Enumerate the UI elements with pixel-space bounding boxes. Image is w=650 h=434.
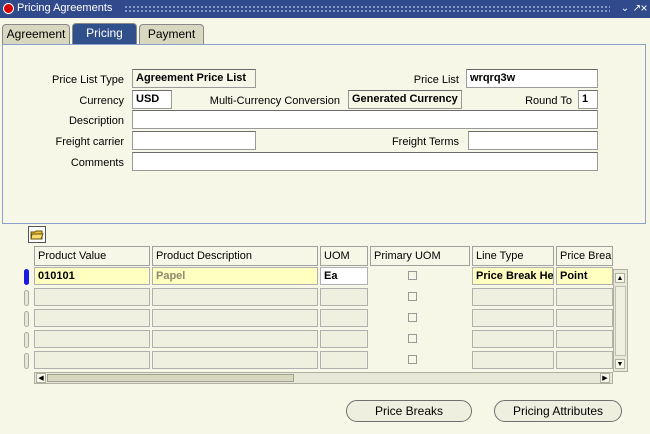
product-value-cell[interactable] bbox=[34, 288, 150, 306]
currency-field[interactable]: USD bbox=[132, 90, 172, 109]
minimize-icon[interactable]: ⌄ bbox=[619, 1, 631, 16]
price-list-label: Price List bbox=[413, 74, 459, 86]
line-type-cell[interactable] bbox=[472, 330, 554, 348]
row-selector[interactable] bbox=[24, 290, 29, 306]
primary-uom-checkbox[interactable] bbox=[408, 334, 417, 343]
uom-cell[interactable] bbox=[320, 309, 368, 327]
product-value-cell[interactable] bbox=[34, 351, 150, 369]
column-header-uom: UOM bbox=[320, 246, 368, 266]
price-breaks-button[interactable]: Price Breaks bbox=[346, 400, 472, 422]
close-icon[interactable]: × bbox=[638, 1, 650, 16]
scroll-up-icon[interactable]: ▲ bbox=[615, 273, 625, 283]
column-header-product-value: Product Value bbox=[34, 246, 150, 266]
price-list-type-label: Price List Type bbox=[52, 74, 124, 86]
pricing-attributes-button[interactable]: Pricing Attributes bbox=[494, 400, 622, 422]
row-selector-current[interactable] bbox=[24, 269, 29, 285]
comments-label: Comments bbox=[70, 157, 124, 169]
primary-uom-checkbox[interactable] bbox=[408, 313, 417, 322]
price-break-cell[interactable]: Point bbox=[556, 267, 613, 285]
description-label: Description bbox=[68, 115, 124, 127]
uom-cell[interactable] bbox=[320, 351, 368, 369]
freight-carrier-field[interactable] bbox=[132, 131, 256, 150]
price-break-cell[interactable] bbox=[556, 288, 613, 306]
title-bar: Pricing Agreements ⌄ ↗ × bbox=[0, 0, 650, 18]
product-description-cell[interactable] bbox=[152, 351, 318, 369]
vertical-scroll-thumb[interactable] bbox=[615, 286, 626, 356]
price-break-cell[interactable] bbox=[556, 351, 613, 369]
product-value-cell[interactable] bbox=[34, 309, 150, 327]
folder-icon[interactable] bbox=[28, 226, 46, 243]
line-type-cell[interactable]: Price Break He bbox=[472, 267, 554, 285]
column-header-primary-uom: Primary UOM bbox=[370, 246, 470, 266]
primary-uom-checkbox[interactable] bbox=[408, 271, 417, 280]
description-field[interactable] bbox=[132, 110, 598, 129]
product-description-cell[interactable] bbox=[152, 330, 318, 348]
vertical-scrollbar[interactable]: ▲ ▼ bbox=[613, 269, 628, 372]
freight-terms-field[interactable] bbox=[468, 131, 598, 150]
tab-agreement[interactable]: Agreement bbox=[2, 24, 70, 44]
column-header-product-description: Product Description bbox=[152, 246, 318, 266]
multi-currency-conversion-field[interactable]: Generated Currency bbox=[348, 90, 462, 109]
freight-terms-label: Freight Terms bbox=[391, 136, 459, 148]
oracle-logo-icon bbox=[3, 3, 14, 14]
tab-pricing[interactable]: Pricing bbox=[72, 23, 137, 45]
product-value-cell[interactable]: 010101 bbox=[34, 267, 150, 285]
round-to-label: Round To bbox=[525, 95, 572, 107]
uom-cell[interactable] bbox=[320, 330, 368, 348]
product-description-cell[interactable] bbox=[152, 309, 318, 327]
multi-currency-conversion-label: Multi-Currency Conversion bbox=[209, 95, 340, 107]
column-header-line-type: Line Type bbox=[472, 246, 554, 266]
tab-payment[interactable]: Payment bbox=[139, 24, 204, 44]
price-break-cell[interactable] bbox=[556, 330, 613, 348]
price-list-type-field[interactable]: Agreement Price List bbox=[132, 69, 256, 88]
comments-field[interactable] bbox=[132, 152, 598, 171]
product-description-cell[interactable] bbox=[152, 288, 318, 306]
uom-cell[interactable]: Ea bbox=[320, 267, 368, 285]
product-value-cell[interactable] bbox=[34, 330, 150, 348]
row-selector[interactable] bbox=[24, 332, 29, 348]
row-selector[interactable] bbox=[24, 353, 29, 369]
scroll-left-icon[interactable]: ◀ bbox=[36, 373, 46, 383]
line-type-cell[interactable] bbox=[472, 288, 554, 306]
primary-uom-checkbox[interactable] bbox=[408, 355, 417, 364]
scroll-down-icon[interactable]: ▼ bbox=[615, 359, 625, 369]
uom-cell[interactable] bbox=[320, 288, 368, 306]
row-selector[interactable] bbox=[24, 311, 29, 327]
product-description-cell[interactable]: Papel bbox=[152, 267, 318, 285]
scroll-right-icon[interactable]: ▶ bbox=[600, 373, 610, 383]
price-list-field[interactable]: wrqrq3w bbox=[466, 69, 598, 88]
line-type-cell[interactable] bbox=[472, 309, 554, 327]
currency-label: Currency bbox=[79, 95, 124, 107]
horizontal-scrollbar[interactable]: ◀ ▶ bbox=[34, 372, 613, 384]
line-type-cell[interactable] bbox=[472, 351, 554, 369]
title-bar-texture bbox=[124, 5, 610, 13]
freight-carrier-label: Freight carrier bbox=[55, 136, 124, 148]
primary-uom-checkbox[interactable] bbox=[408, 292, 417, 301]
horizontal-scroll-thumb[interactable] bbox=[47, 374, 294, 382]
round-to-field[interactable]: 1 bbox=[578, 90, 598, 109]
price-break-cell[interactable] bbox=[556, 309, 613, 327]
column-header-price-break: Price Break bbox=[556, 246, 613, 266]
window-title: Pricing Agreements bbox=[17, 2, 113, 14]
